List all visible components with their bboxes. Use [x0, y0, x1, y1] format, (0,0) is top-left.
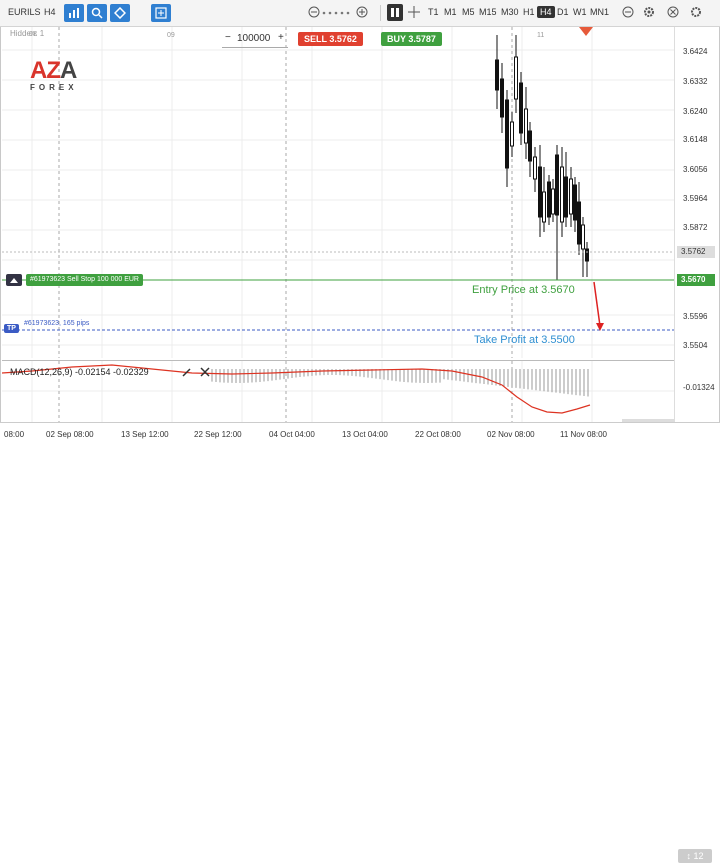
time-label: 08:00 — [4, 430, 25, 439]
logo-subtext: FOREX — [30, 83, 78, 92]
tp-annotation: Take Profit at 3.5500 — [474, 334, 575, 346]
price-label: 3.5596 — [683, 312, 708, 321]
tp-info: #61973623, 165 pips — [24, 320, 90, 327]
tf-m1[interactable]: M1 — [444, 7, 457, 17]
time-label: 04 Oct 04:00 — [269, 430, 315, 439]
tf-m30[interactable]: M30 — [501, 7, 519, 17]
price-label: 3.6424 — [683, 47, 708, 56]
tp-tag[interactable]: TP — [4, 324, 19, 333]
macd-axis-label: -0.01324 — [683, 383, 715, 392]
price-label: 3.5872 — [683, 223, 708, 232]
sell-button[interactable]: SELL 3.5762 — [298, 32, 363, 46]
time-axis[interactable]: 08:00 02 Sep 08:00 13 Sep 12:00 22 Sep 1… — [0, 422, 720, 863]
logo-text: AZA — [30, 57, 77, 84]
quantity-plus[interactable]: + — [278, 32, 284, 43]
tf-w1[interactable]: W1 — [573, 7, 587, 17]
chart-type-button[interactable] — [64, 4, 84, 22]
period-mark-08: 08 — [29, 31, 37, 38]
period-mark-09: 09 — [167, 32, 175, 39]
buy-button[interactable]: BUY 3.5787 — [381, 32, 442, 46]
zoom-dots-icon — [322, 11, 350, 15]
macd-panel[interactable]: MACD(12,26,9) -0.02154 -0.02329 — [2, 360, 674, 423]
pending-order-label[interactable]: #61973623 Sell Stop 100 000 EUR — [26, 274, 143, 286]
scroll-value: 12 — [693, 851, 704, 861]
tf-h4[interactable]: H4 — [537, 6, 555, 18]
crosshair-icon[interactable] — [408, 6, 420, 18]
price-label: 3.5964 — [683, 194, 708, 203]
broker-logo: AZA FOREX — [30, 57, 78, 93]
settings-button[interactable] — [151, 4, 171, 22]
bars-scroll-control[interactable]: ↕ 12 — [678, 849, 712, 863]
time-label: 22 Oct 08:00 — [415, 430, 461, 439]
candles-toggle[interactable] — [387, 4, 403, 21]
price-label: 3.6148 — [683, 135, 708, 144]
zoom-in-icon[interactable] — [356, 6, 368, 18]
quantity-stepper[interactable]: − 100000 + — [222, 31, 288, 48]
price-label: 3.5504 — [683, 341, 708, 350]
close-icon[interactable] — [200, 367, 210, 377]
price-label: 3.6240 — [683, 107, 708, 116]
minus-circle-icon[interactable] — [622, 6, 634, 18]
chart-settings-icon[interactable] — [690, 6, 702, 18]
edit-icon[interactable] — [182, 367, 192, 377]
tf-mn1[interactable]: MN1 — [590, 7, 609, 17]
tf-h1[interactable]: H1 — [523, 7, 535, 17]
entry-annotation: Entry Price at 3.5670 — [472, 284, 575, 296]
period-marker — [579, 27, 593, 36]
tf-t1[interactable]: T1 — [428, 7, 439, 17]
time-label: 22 Sep 12:00 — [194, 430, 242, 439]
objects-button[interactable] — [110, 4, 130, 22]
tf-m15[interactable]: M15 — [479, 7, 497, 17]
macd-label: MACD(12,26,9) -0.02154 -0.02329 — [10, 367, 149, 377]
search-icon — [91, 7, 103, 19]
bar-chart-icon — [69, 8, 79, 18]
toolbar: EURILS H4 T1 M1 M5 M15 M30 H1 H4 D1 W1 M… — [0, 0, 720, 27]
gear-icon[interactable] — [643, 6, 655, 18]
order-type-icon[interactable] — [6, 274, 22, 286]
symbol-label[interactable]: EURILS — [8, 7, 41, 17]
timeframe-label[interactable]: H4 — [44, 7, 56, 17]
time-label: 11 Nov 08:00 — [560, 430, 607, 439]
quantity-value[interactable]: 100000 — [237, 33, 270, 44]
settings-icon — [155, 7, 167, 19]
price-label: 3.6056 — [683, 165, 708, 174]
entry-price-tag: 3.5670 — [677, 274, 715, 286]
price-chart[interactable]: Hidden: 1 08 09 11 AZA FOREX − 100000 + … — [2, 27, 674, 358]
tf-d1[interactable]: D1 — [557, 7, 569, 17]
sell-stop-icon — [10, 278, 18, 283]
hidden-count: Hidden: 1 — [10, 29, 45, 38]
period-mark-11: 11 — [537, 32, 545, 39]
price-label: 3.6332 — [683, 77, 708, 86]
time-label: 02 Nov 08:00 — [487, 430, 535, 439]
indicators-button[interactable] — [87, 4, 107, 22]
zoom-out-icon[interactable] — [308, 6, 320, 18]
pause-icon — [391, 8, 399, 17]
quantity-minus[interactable]: − — [225, 32, 231, 43]
close-circle-icon[interactable] — [667, 6, 679, 18]
diamond-icon — [114, 7, 126, 19]
chart-canvas — [2, 27, 674, 358]
time-label: 13 Oct 04:00 — [342, 430, 388, 439]
current-price-tag: 3.5762 — [677, 246, 715, 258]
price-axis[interactable]: 3.6424 3.6332 3.6240 3.6148 3.6056 3.596… — [674, 27, 719, 422]
time-label: 13 Sep 12:00 — [121, 430, 169, 439]
tf-m5[interactable]: M5 — [462, 7, 475, 17]
time-label: 02 Sep 08:00 — [46, 430, 94, 439]
